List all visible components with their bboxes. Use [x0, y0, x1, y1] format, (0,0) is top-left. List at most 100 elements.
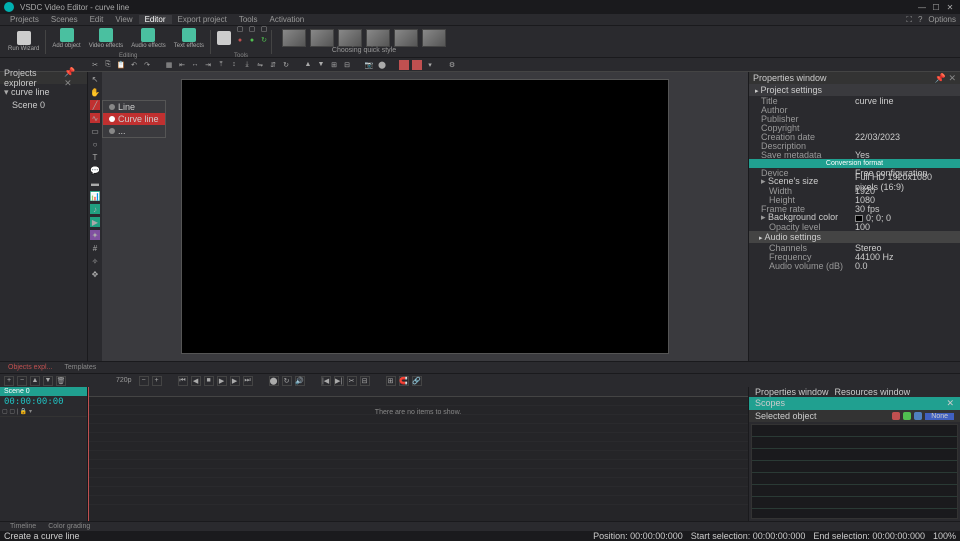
tb-grid[interactable]: ▦: [164, 60, 174, 70]
video-effects-button[interactable]: Video effects: [85, 24, 127, 52]
tb-align-l[interactable]: ⇤: [177, 60, 187, 70]
tp-rec[interactable]: ⬤: [269, 376, 279, 386]
tb-align-b[interactable]: ⤓: [242, 60, 252, 70]
resolution-select[interactable]: 720p: [116, 377, 132, 384]
prop-volume-value[interactable]: 0.0: [855, 261, 954, 271]
run-wizard-button[interactable]: Run Wizard: [4, 28, 43, 56]
video-tool-icon[interactable]: ▶: [90, 217, 100, 227]
menu-activation[interactable]: Activation: [264, 15, 311, 24]
tree-scene[interactable]: Scene 0: [4, 99, 83, 111]
tp-zoom-in[interactable]: +: [152, 376, 162, 386]
tooltip-tool-icon[interactable]: 💬: [90, 165, 100, 175]
style-thumb-6[interactable]: [422, 29, 446, 47]
rect-tool-icon[interactable]: ▭: [90, 126, 100, 136]
tool-d[interactable]: ●: [235, 35, 245, 45]
tb-rec[interactable]: ⬤: [377, 60, 387, 70]
menu-projects[interactable]: Projects: [4, 15, 45, 24]
options-link[interactable]: Options: [928, 15, 956, 24]
tab-color-grading[interactable]: Color grading: [42, 523, 96, 530]
add-object-button[interactable]: Add object: [48, 24, 84, 52]
text-effects-button[interactable]: Text effects: [170, 24, 208, 52]
tab-properties[interactable]: Properties window: [755, 387, 829, 397]
tool-e[interactable]: ●: [247, 35, 257, 45]
tb-back[interactable]: ▼: [316, 60, 326, 70]
scope-none[interactable]: None: [925, 413, 954, 420]
style-thumb-1[interactable]: [282, 29, 306, 47]
tb-align-m[interactable]: ↕: [229, 60, 239, 70]
tb-more[interactable]: ▾: [425, 60, 435, 70]
menu-scenes[interactable]: Scenes: [45, 15, 84, 24]
tab-objects[interactable]: Objects expl...: [4, 364, 56, 371]
tb-flip-h[interactable]: ⇋: [255, 60, 265, 70]
tp-loop[interactable]: ↻: [282, 376, 292, 386]
tp-link[interactable]: 🔗: [412, 376, 422, 386]
maximize-button[interactable]: ☐: [930, 2, 942, 12]
close-button[interactable]: ✕: [944, 2, 956, 12]
tb-paste[interactable]: 📋: [116, 60, 126, 70]
project-settings-header[interactable]: ▸ Project settings: [749, 84, 960, 96]
tp-marker-next[interactable]: ▶|: [334, 376, 344, 386]
tp-stop[interactable]: ■: [204, 376, 214, 386]
prop-title-value[interactable]: curve line: [855, 96, 954, 106]
tp-down[interactable]: ▼: [43, 376, 53, 386]
menu-export[interactable]: Export project: [172, 15, 233, 24]
tb-camera[interactable]: 📷: [364, 60, 374, 70]
tp-remove[interactable]: −: [17, 376, 27, 386]
prop-date-value[interactable]: 22/03/2023: [855, 132, 954, 142]
chart-tool-icon[interactable]: 📊: [90, 191, 100, 201]
tb-group[interactable]: ⊞: [329, 60, 339, 70]
timeline-main[interactable]: There are no items to show.: [88, 387, 748, 521]
tool-b[interactable]: ▢: [247, 24, 257, 34]
counter-tool-icon[interactable]: #: [90, 243, 100, 253]
tp-up[interactable]: ▲: [30, 376, 40, 386]
playhead[interactable]: [88, 387, 89, 521]
move-tool-icon[interactable]: ✥: [90, 269, 100, 279]
prop-opacity-value[interactable]: 100: [855, 222, 954, 232]
timeline-tracks[interactable]: There are no items to show.: [88, 397, 748, 511]
cursor-icon[interactable]: ↖: [90, 74, 100, 84]
scope-g-icon[interactable]: [903, 412, 911, 420]
status-zoom[interactable]: 100%: [933, 531, 956, 541]
tb-align-t[interactable]: ⤒: [216, 60, 226, 70]
tool-a[interactable]: ▢: [235, 24, 245, 34]
tb-front[interactable]: ▲: [303, 60, 313, 70]
pen-tool-button[interactable]: [213, 24, 235, 52]
tp-del[interactable]: 🗑: [56, 376, 66, 386]
tp-next[interactable]: ▶: [230, 376, 240, 386]
tp-zoom-out[interactable]: −: [139, 376, 149, 386]
tp-marker-prev[interactable]: |◀: [321, 376, 331, 386]
tool-f[interactable]: ↻: [259, 35, 269, 45]
track-header-row[interactable]: ▢ ▢ | 🔒 ▾: [0, 408, 87, 417]
tp-snap[interactable]: ⊞: [386, 376, 396, 386]
submenu-curve-line[interactable]: Curve line: [103, 113, 165, 125]
audio-effects-button[interactable]: Audio effects: [127, 24, 170, 52]
tp-add[interactable]: +: [4, 376, 14, 386]
style-thumb-3[interactable]: [338, 29, 362, 47]
scope-r-icon[interactable]: [892, 412, 900, 420]
tab-timeline[interactable]: Timeline: [4, 523, 42, 530]
tp-end[interactable]: ⏭: [243, 376, 253, 386]
tab-resources[interactable]: Resources window: [835, 387, 911, 397]
menu-edit[interactable]: Edit: [84, 15, 110, 24]
curve-tool-icon[interactable]: ∿: [90, 113, 100, 123]
text-tool-icon[interactable]: T: [90, 152, 100, 162]
menu-tools[interactable]: Tools: [233, 15, 264, 24]
preview-canvas[interactable]: [181, 79, 669, 354]
submenu-line[interactable]: Line: [103, 101, 165, 113]
tree-root[interactable]: ▾ curve line: [4, 86, 83, 99]
tab-templates[interactable]: Templates: [60, 364, 100, 371]
tb-rotate[interactable]: ↻: [281, 60, 291, 70]
tp-magnet[interactable]: 🧲: [399, 376, 409, 386]
style-thumb-2[interactable]: [310, 29, 334, 47]
tp-cut[interactable]: ✂: [347, 376, 357, 386]
submenu-more[interactable]: ...: [103, 125, 165, 137]
fullscreen-icon[interactable]: ⛶: [906, 15, 912, 25]
tb-align-c[interactable]: ↔: [190, 60, 200, 70]
ellipse-tool-icon[interactable]: ○: [90, 139, 100, 149]
line-tool-icon[interactable]: ╱: [90, 100, 100, 110]
sprite-tool-icon[interactable]: ✦: [90, 230, 100, 240]
tb-red2[interactable]: [412, 60, 422, 70]
minimize-button[interactable]: —: [916, 2, 928, 12]
tb-flip-v[interactable]: ⇵: [268, 60, 278, 70]
scope-b-icon[interactable]: [914, 412, 922, 420]
